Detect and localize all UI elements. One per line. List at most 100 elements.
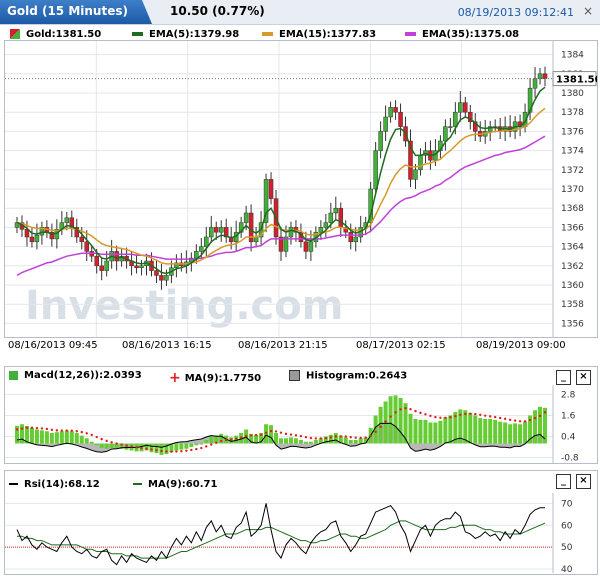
- signal-point: [349, 436, 352, 439]
- candle-body: [84, 241, 89, 252]
- signal-point: [399, 408, 402, 411]
- macd-bar: [274, 433, 279, 444]
- signal-point: [225, 438, 228, 442]
- signal-point: [513, 419, 517, 422]
- candle-body: [532, 78, 538, 89]
- signal-point: [439, 416, 442, 419]
- y-tick-label: 60: [561, 521, 573, 531]
- histogram-swatch: [289, 370, 300, 381]
- macd-bar: [189, 443, 194, 447]
- legend-macd-ma-label: MA(9):1.7750: [184, 373, 262, 384]
- macd-bar: [109, 443, 114, 448]
- macd-bar: [84, 438, 89, 444]
- signal-point: [354, 436, 357, 439]
- signal-point: [45, 427, 49, 431]
- signal-point: [523, 420, 527, 423]
- signal-point: [274, 430, 278, 433]
- signal-point: [55, 429, 59, 432]
- y-tick-label: 50: [561, 543, 573, 553]
- signal-point: [220, 439, 223, 443]
- signal-point: [533, 416, 537, 420]
- signal-point: [175, 450, 178, 453]
- macd-chart[interactable]: -0.8 0.4 1.6 2.8: [5, 385, 597, 463]
- signal-point: [324, 436, 328, 440]
- signal-point: [95, 435, 98, 439]
- signal-point: [384, 420, 387, 423]
- signal-point: [20, 427, 24, 430]
- signal-point: [229, 438, 233, 441]
- macd-bar: [388, 396, 393, 444]
- macd-bar: [483, 419, 488, 444]
- legend-macd-ma: + MA(9):1.7750: [169, 370, 261, 386]
- signal-point: [25, 426, 29, 429]
- title-bar: Gold (15 Minutes) 10.50 (0.77%) 08/19/20…: [0, 0, 600, 25]
- macd-bar: [353, 440, 358, 444]
- signal-point: [140, 447, 143, 450]
- y-tick-label: 1384: [561, 51, 584, 61]
- macd-bar: [154, 443, 159, 454]
- signal-point: [339, 435, 342, 438]
- macd-bar: [99, 443, 104, 448]
- rsi-chart[interactable]: 40 50 60 70: [5, 493, 597, 573]
- candle-body: [413, 169, 418, 180]
- candle-swatch-icon: [10, 29, 20, 39]
- macd-bar: [393, 395, 398, 444]
- signal-point: [155, 448, 158, 452]
- signal-point: [543, 411, 547, 414]
- legend-rsi-label: Rsi(14):68.12: [24, 479, 100, 490]
- signal-point: [50, 428, 54, 432]
- y-tick-label: 1356: [561, 319, 584, 329]
- signal-point: [424, 413, 427, 416]
- macd-minimize-button[interactable]: _: [556, 370, 571, 385]
- signal-point: [508, 418, 512, 422]
- signal-point: [264, 431, 268, 434]
- legend-histogram: Histogram:0.2643: [289, 370, 407, 382]
- candle-body: [388, 107, 393, 118]
- signal-point: [344, 435, 347, 438]
- macd-bar: [179, 443, 184, 450]
- macd-bar: [498, 421, 503, 444]
- rsi-close-button[interactable]: ×: [576, 474, 591, 489]
- macd-bar: [473, 415, 478, 444]
- candle-body: [318, 227, 324, 233]
- macd-bar: [538, 406, 543, 444]
- candle-body: [328, 212, 334, 223]
- signal-point: [215, 441, 218, 444]
- candle-body: [139, 265, 144, 268]
- macd-bar: [443, 417, 448, 444]
- signal-point: [479, 413, 482, 416]
- signal-point: [110, 441, 113, 444]
- signal-point: [239, 436, 243, 439]
- y-tick-label: 1378: [561, 108, 584, 118]
- candle-body: [268, 179, 274, 199]
- macd-bar: [448, 415, 453, 444]
- macd-bar: [59, 431, 64, 444]
- signal-point: [254, 433, 258, 437]
- candle-body: [79, 236, 85, 243]
- candle-body: [209, 227, 214, 238]
- close-icon[interactable]: ×: [581, 4, 595, 18]
- candle-body: [29, 236, 35, 243]
- y-tick-label: 1366: [561, 223, 584, 233]
- x-tick-label: 08/16/2013 16:15: [122, 340, 212, 351]
- rsi-ma-line: [17, 520, 546, 559]
- macd-bar: [308, 441, 313, 444]
- macd-bar: [438, 420, 443, 444]
- rsi-minimize-button[interactable]: _: [556, 474, 571, 489]
- price-chart[interactable]: Investing.com 1356 1358 1360 1362 1364 1366 136…: [5, 41, 600, 337]
- time-axis: 08/16/2013 09:45 08/16/2013 16:15 08/16/20…: [8, 340, 566, 351]
- signal-point: [528, 418, 532, 422]
- ema15-swatch: [262, 32, 273, 36]
- macd-bar: [19, 424, 24, 444]
- y-tick-label: 1376: [561, 127, 584, 137]
- candle-body: [154, 270, 159, 276]
- candle-body: [34, 234, 40, 243]
- signal-point: [419, 411, 422, 415]
- signal-point: [244, 434, 248, 438]
- signal-point: [120, 443, 123, 446]
- macd-bar: [199, 443, 204, 445]
- macd-close-button[interactable]: ×: [576, 370, 591, 385]
- watermark: Investing.com: [25, 283, 343, 329]
- legend-ema5: EMA(5):1379.98: [132, 29, 239, 40]
- signal-point: [309, 436, 313, 440]
